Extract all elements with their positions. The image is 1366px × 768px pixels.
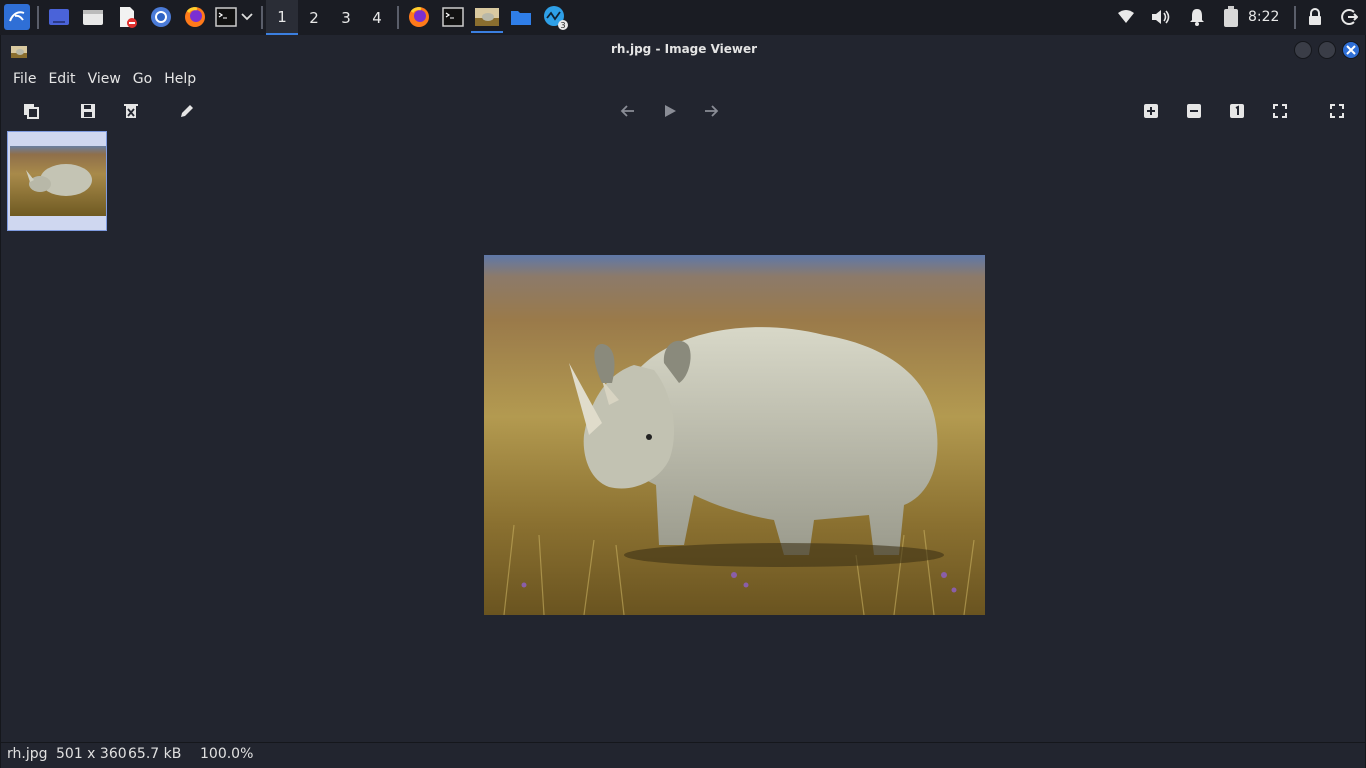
separator [37, 6, 39, 29]
workspace-1[interactable]: 1 [266, 0, 298, 35]
network-monitor-icon[interactable]: 3 [542, 4, 568, 30]
previous-button[interactable] [614, 99, 640, 123]
save-icon [81, 104, 95, 118]
delete-button[interactable] [118, 99, 144, 123]
zoom-fit-button[interactable] [1267, 99, 1293, 123]
taskbar: 1 2 3 4 3 8:22 [0, 0, 1366, 35]
toolbar [1, 96, 1366, 126]
zoom-in-button[interactable] [1138, 99, 1164, 123]
wifi-icon[interactable] [1113, 4, 1139, 30]
rhinoceros-photo [484, 255, 985, 615]
maximize-button[interactable] [1318, 41, 1336, 59]
badge-count: 3 [560, 21, 565, 30]
notification-bell-icon[interactable] [1184, 4, 1210, 30]
clock[interactable]: 8:22 [1248, 0, 1279, 35]
menu-view[interactable]: View [82, 66, 127, 92]
play-icon [665, 105, 676, 117]
separator [1294, 6, 1296, 29]
image-viewer-window: rh.jpg - Image Viewer File Edit View Go … [0, 35, 1366, 768]
battery-icon[interactable] [1218, 4, 1244, 30]
fullscreen-button[interactable] [1324, 99, 1350, 123]
status-filename: rh.jpg [7, 746, 48, 762]
desktop-icon[interactable] [46, 4, 72, 30]
menu-edit[interactable]: Edit [42, 66, 81, 92]
zoom-original-button[interactable] [1224, 99, 1250, 123]
delete-icon [124, 104, 138, 118]
main-image[interactable] [484, 255, 985, 615]
workspace-4[interactable]: 4 [361, 0, 393, 35]
menubar: File Edit View Go Help [1, 66, 202, 92]
window-title: rh.jpg - Image Viewer [610, 42, 758, 56]
workspace-3[interactable]: 3 [330, 0, 362, 35]
chevron-down-icon[interactable] [238, 4, 256, 30]
status-zoom: 100.0% [200, 746, 254, 762]
workspace-2[interactable]: 2 [298, 0, 330, 35]
copy-icon [24, 104, 39, 119]
status-filesize: 65.7 kB [128, 746, 182, 762]
pencil-icon [181, 105, 193, 117]
terminal-task-icon[interactable] [440, 4, 466, 30]
menu-file[interactable]: File [7, 66, 42, 92]
fullscreen-icon [1330, 104, 1344, 118]
status-dimensions: 501 x 360 [56, 746, 127, 762]
copy-button[interactable] [18, 99, 44, 123]
thumbnail-item[interactable] [7, 131, 107, 231]
kali-menu-icon[interactable] [4, 4, 30, 30]
zoom-out-button[interactable] [1181, 99, 1207, 123]
next-button[interactable] [699, 99, 725, 123]
terminal-icon[interactable] [213, 4, 239, 30]
menu-help[interactable]: Help [158, 66, 202, 92]
image-viewer-task-icon[interactable] [471, 2, 503, 33]
close-icon [1346, 45, 1356, 55]
thumbnail-image [10, 146, 106, 216]
volume-icon[interactable] [1148, 4, 1174, 30]
menu-go[interactable]: Go [127, 66, 158, 92]
statusbar: rh.jpg 501 x 360 65.7 kB 100.0% [1, 742, 1366, 768]
folder-task-icon[interactable] [508, 4, 534, 30]
firefox-task-icon[interactable] [406, 4, 432, 30]
save-button[interactable] [75, 99, 101, 123]
separator [261, 6, 263, 29]
edit-button[interactable] [174, 99, 200, 123]
browser-icon[interactable] [148, 4, 174, 30]
close-button[interactable] [1342, 41, 1360, 59]
titlebar[interactable]: rh.jpg - Image Viewer [1, 35, 1366, 65]
text-editor-icon[interactable] [114, 4, 140, 30]
zoom-out-icon [1187, 104, 1201, 118]
arrow-right-icon [705, 105, 719, 117]
logout-icon[interactable] [1336, 4, 1362, 30]
arrow-left-icon [620, 105, 634, 117]
firefox-icon[interactable] [182, 4, 208, 30]
zoom-fit-icon [1273, 104, 1287, 118]
slideshow-button[interactable] [657, 99, 683, 123]
zoom-in-icon [1144, 104, 1158, 118]
separator [397, 6, 399, 29]
zoom-original-icon [1230, 104, 1244, 118]
file-manager-icon[interactable] [80, 4, 106, 30]
minimize-button[interactable] [1294, 41, 1312, 59]
lock-icon[interactable] [1302, 4, 1328, 30]
